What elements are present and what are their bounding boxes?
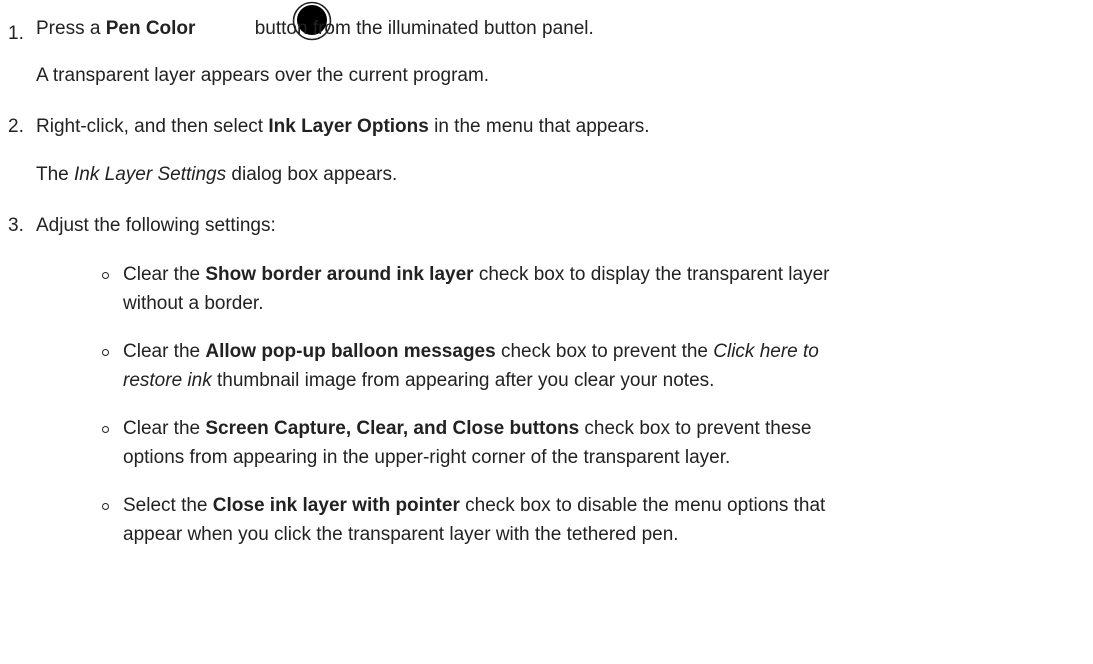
bullet-2-line-2: restore ink thumbnail image from appeari… [123, 370, 715, 391]
step-1-instruction: Press a Pen Color button from the illumi… [36, 18, 594, 39]
bullet-4-line-1: Select the Close ink layer with pointer … [123, 495, 826, 516]
bullet-1-line-1: Clear the Show border around ink layer c… [123, 264, 830, 285]
bullet-marker [102, 349, 109, 356]
bullet-4-line-2: appear when you click the transparent la… [123, 524, 679, 545]
step-number: 2. [8, 116, 24, 137]
step-3-instruction: Adjust the following settings: [36, 215, 276, 236]
step-2-result: The Ink Layer Settings dialog box appear… [36, 164, 398, 185]
bullet-marker [102, 272, 109, 279]
document-body: 1. Press a Pen Color button from the ill… [0, 0, 1093, 664]
bullet-2-line-1: Clear the Allow pop-up balloon messages … [123, 341, 819, 362]
bullet-3-line-1: Clear the Screen Capture, Clear, and Clo… [123, 418, 812, 439]
step-2-instruction: Right-click, and then select Ink Layer O… [36, 116, 650, 137]
bullet-marker [102, 426, 109, 433]
step-number: 1. [8, 23, 24, 44]
bullet-3-line-2: options from appearing in the upper-righ… [123, 447, 731, 468]
step-number: 3. [8, 215, 24, 236]
bullet-marker [102, 503, 109, 510]
bullet-1-line-2: without a border. [123, 293, 264, 314]
step-1-result: A transparent layer appears over the cur… [36, 65, 490, 86]
